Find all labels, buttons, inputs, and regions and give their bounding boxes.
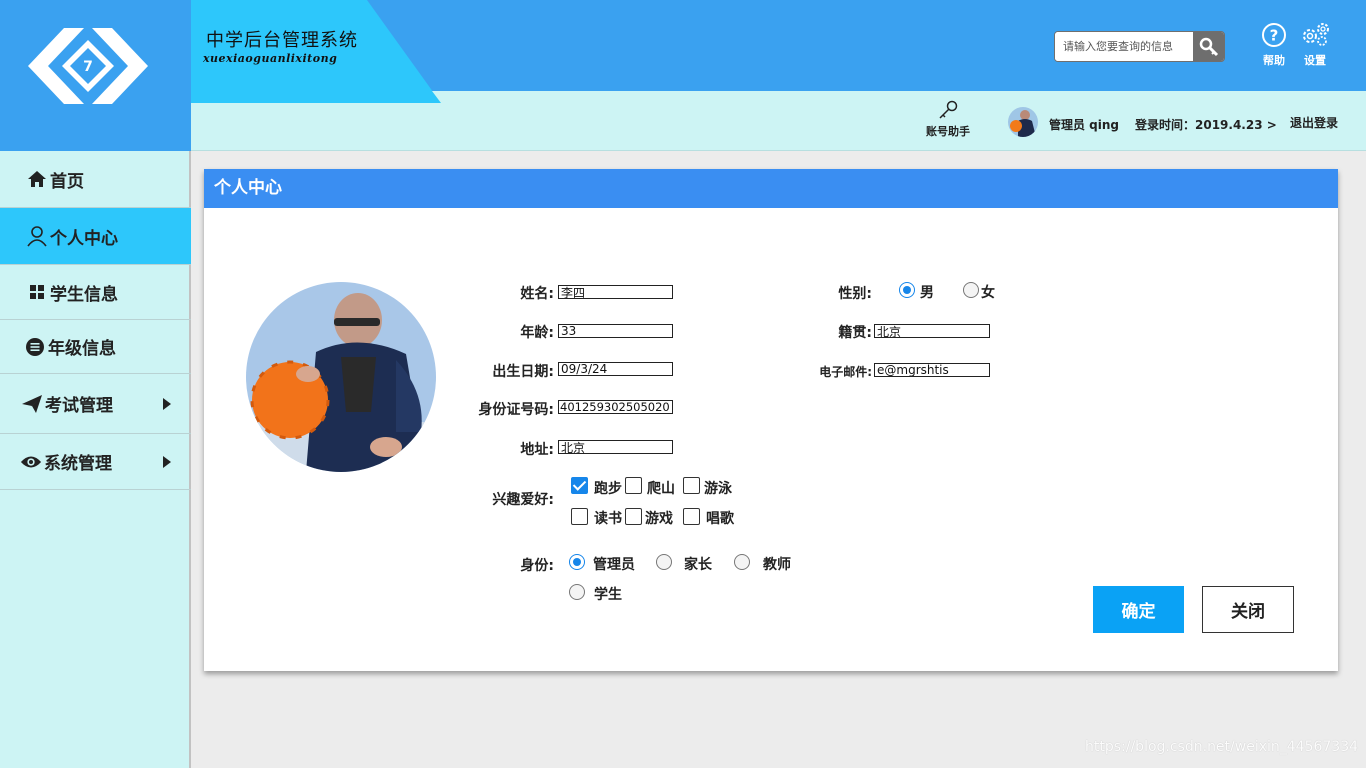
sidebar: 首页 个人中心 学生信息 年级信息 考试管理 系统管理 xyxy=(0,151,191,768)
login-time[interactable]: 登录时间：2019.4.23 > xyxy=(1135,116,1277,133)
eye-icon xyxy=(20,453,42,471)
sidebar-item-system-management[interactable]: 系统管理 xyxy=(0,434,191,490)
logo: 7 xyxy=(0,0,191,151)
settings-label: 设置 xyxy=(1304,54,1326,67)
gender-female-radio[interactable] xyxy=(963,282,979,298)
name-field[interactable] xyxy=(558,285,673,299)
birth-date-field[interactable] xyxy=(558,362,673,376)
hobby-reading-checkbox[interactable] xyxy=(571,508,588,525)
sidebar-item-personal-center[interactable]: 个人中心 xyxy=(0,208,191,265)
chevron-right-icon xyxy=(163,455,171,468)
hobby-singing-checkbox[interactable] xyxy=(683,508,700,525)
help-icon: ? xyxy=(1262,23,1286,47)
search-box xyxy=(1054,31,1225,62)
address-field[interactable] xyxy=(558,440,673,454)
hobby-swimming-label: 游泳 xyxy=(704,481,732,497)
title-tab-tail xyxy=(191,91,441,103)
svg-text:7: 7 xyxy=(83,59,93,75)
hobby-gaming-checkbox[interactable] xyxy=(625,508,642,525)
user-icon xyxy=(26,225,48,247)
list-circle-icon xyxy=(24,337,46,357)
role-admin-radio[interactable] xyxy=(569,554,585,570)
app-title: 中学后台管理系统 xyxy=(206,30,358,51)
paper-plane-icon xyxy=(21,394,43,414)
confirm-button[interactable]: 确定 xyxy=(1093,586,1184,633)
birth-date-label: 出生日期: xyxy=(492,364,554,380)
age-field[interactable] xyxy=(558,324,673,338)
settings-button[interactable]: 设置 xyxy=(1295,22,1335,68)
profile-image xyxy=(246,282,436,472)
avatar[interactable] xyxy=(1008,107,1038,137)
account-helper-label: 账号助手 xyxy=(926,125,970,138)
sidebar-item-label: 个人中心 xyxy=(50,228,118,249)
watermark: https://blog.csdn.net/weixin_44567334 xyxy=(1085,739,1359,755)
home-icon xyxy=(26,170,48,188)
name-label: 姓名: xyxy=(520,286,554,302)
help-button[interactable]: ? 帮助 xyxy=(1254,22,1294,68)
role-student-label: 学生 xyxy=(594,587,622,603)
hobby-gaming-label: 游戏 xyxy=(645,511,673,527)
sidebar-item-home[interactable]: 首页 xyxy=(0,151,191,208)
logo-icon: 7 xyxy=(28,28,148,104)
admin-name: 管理员 qing xyxy=(1049,118,1120,132)
sidebar-item-exam-management[interactable]: 考试管理 xyxy=(0,374,191,434)
role-parent-label: 家长 xyxy=(684,557,712,573)
hobby-climbing-label: 爬山 xyxy=(647,481,675,497)
id-number-field[interactable] xyxy=(558,400,673,414)
search-input[interactable] xyxy=(1055,32,1194,61)
gender-female-label: 女 xyxy=(981,285,995,301)
svg-text:?: ? xyxy=(1270,27,1279,45)
native-place-label: 籍贯: xyxy=(838,325,872,341)
age-label: 年龄: xyxy=(520,325,554,341)
email-field[interactable] xyxy=(874,363,990,377)
key-icon xyxy=(939,100,958,119)
help-label: 帮助 xyxy=(1263,54,1285,67)
gender-label: 性别: xyxy=(838,286,872,302)
chevron-right-icon xyxy=(163,397,171,410)
gender-male-radio[interactable] xyxy=(899,282,915,298)
hobby-climbing-checkbox[interactable] xyxy=(625,477,642,494)
search-button[interactable] xyxy=(1193,32,1224,61)
email-label: 电子邮件: xyxy=(819,365,872,379)
native-place-field[interactable] xyxy=(874,324,990,338)
hobbies-label: 兴趣爱好: xyxy=(492,492,554,508)
sidebar-item-label: 考试管理 xyxy=(45,396,113,416)
key-search-icon xyxy=(1199,37,1218,56)
admin-photo xyxy=(1008,107,1038,137)
id-number-label: 身份证号码: xyxy=(478,402,554,418)
address-label: 地址: xyxy=(520,442,554,458)
sidebar-item-label: 年级信息 xyxy=(48,339,116,359)
hobby-running-checkbox[interactable] xyxy=(571,477,588,494)
account-helper-button[interactable]: 账号助手 xyxy=(918,100,978,139)
sidebar-item-label: 系统管理 xyxy=(44,454,112,474)
sidebar-item-grade-info[interactable]: 年级信息 xyxy=(0,320,191,374)
gears-icon xyxy=(1303,23,1329,46)
sidebar-item-label: 学生信息 xyxy=(50,284,118,305)
hobby-swimming-checkbox[interactable] xyxy=(683,477,700,494)
sidebar-item-student-info[interactable]: 学生信息 xyxy=(0,265,191,320)
role-teacher-label: 教师 xyxy=(763,557,791,573)
sidebar-item-label: 首页 xyxy=(50,171,84,192)
panel-title: 个人中心 xyxy=(204,169,1338,208)
grid-icon xyxy=(26,284,48,300)
hobby-singing-label: 唱歌 xyxy=(706,511,734,527)
gender-male-label: 男 xyxy=(920,285,934,301)
role-label: 身份: xyxy=(520,558,554,574)
app-subtitle: xuexiaoguanlixitong xyxy=(203,52,338,65)
hobby-reading-label: 读书 xyxy=(594,511,622,527)
profile-photo[interactable] xyxy=(246,282,436,472)
role-student-radio[interactable] xyxy=(569,584,585,600)
role-teacher-radio[interactable] xyxy=(734,554,750,570)
role-admin-label: 管理员 xyxy=(593,557,635,573)
close-button[interactable]: 关闭 xyxy=(1202,586,1294,633)
hobby-running-label: 跑步 xyxy=(594,481,622,497)
logout-button[interactable]: 退出登录 xyxy=(1290,114,1338,131)
role-parent-radio[interactable] xyxy=(656,554,672,570)
